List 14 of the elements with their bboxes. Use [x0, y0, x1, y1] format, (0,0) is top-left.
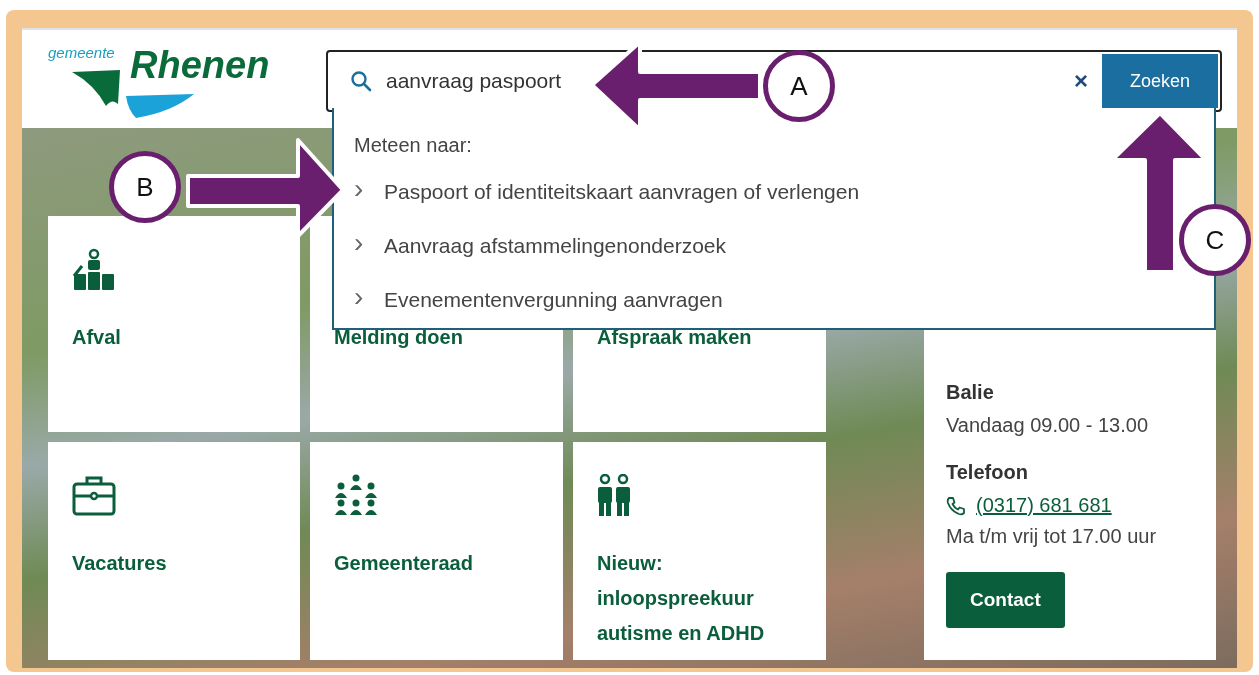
tile-title: Nieuw: inloopspreekuur autisme en ADHD [597, 551, 766, 646]
tile-title: Afval [72, 325, 122, 350]
tile-title: Vacatures [72, 551, 168, 576]
search-value: aanvraag paspoort [386, 69, 562, 93]
info-heading: Balie [946, 381, 995, 404]
info-heading: Telefoon [946, 461, 1029, 484]
tile-title: Melding doen [334, 325, 464, 350]
tile-title: Gemeenteraad [334, 551, 474, 576]
suggestions-heading: Meteen naar: [354, 134, 473, 157]
info-text: Ma t/m vrij tot 17.00 uur [946, 525, 1158, 548]
logo-prefix-text: gemeente [48, 44, 115, 61]
tile-title: Afspraak maken [597, 325, 753, 350]
info-text: Vandaag 09.00 - 13.00 [946, 414, 1150, 437]
logo-name-text: Rhenen [130, 44, 270, 87]
